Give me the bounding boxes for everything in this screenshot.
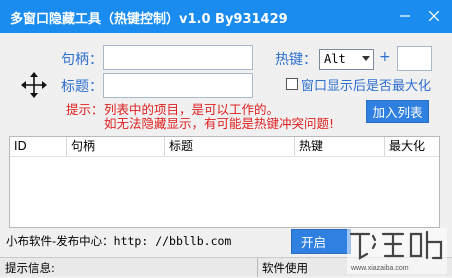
handle-input[interactable]	[103, 45, 253, 70]
plus-sign: +	[379, 49, 391, 65]
window-title: 多窗口隐藏工具（热键控制）v1.0 By931429	[10, 12, 288, 27]
maximize-checkbox[interactable]	[286, 78, 298, 90]
start-button[interactable]: 开启	[291, 229, 351, 254]
title-input[interactable]	[103, 73, 253, 98]
column-header-maximize[interactable]: 最大化	[385, 137, 439, 156]
column-header-hotkey[interactable]: 热键	[295, 137, 385, 156]
window-picker-crosshair[interactable]	[21, 72, 47, 98]
chevron-down-icon	[362, 56, 370, 61]
maximize-checkbox-label[interactable]: 窗口显示后是否最大化	[301, 75, 431, 94]
move-crosshair-icon	[21, 72, 47, 98]
svg-text:www.xiazaiba.com: www.xiazaiba.com	[350, 265, 409, 272]
title-bar: 多窗口隐藏工具（热键控制）v1.0 By931429	[0, 0, 452, 33]
minimize-icon	[400, 15, 410, 17]
hotkey-key-input[interactable]	[397, 46, 432, 71]
close-icon	[429, 11, 439, 21]
minimize-button[interactable]	[392, 4, 418, 28]
publisher-link[interactable]: 小布软件-发布中心：http: //bbllb.com	[6, 233, 231, 249]
table-header: ID 句柄 标题 热键 最大化	[10, 137, 439, 157]
watermark-logo: www.xiazaiba.com	[347, 228, 447, 274]
publisher-link-label: 小布软件-发布中心：	[6, 234, 114, 248]
publisher-link-url[interactable]: http: //bbllb.com	[114, 234, 232, 248]
hotkey-modifier-select[interactable]: Alt	[319, 49, 374, 70]
hotkey-label: 热键：	[275, 52, 317, 68]
xiazaiba-logo-icon: www.xiazaiba.com	[347, 228, 447, 274]
add-to-list-button[interactable]: 加入列表	[366, 100, 429, 123]
close-button[interactable]	[421, 4, 447, 28]
column-header-title[interactable]: 标题	[165, 137, 295, 156]
title-label: 标题：	[61, 79, 103, 95]
status-info-label: 提示信息:	[5, 261, 55, 275]
status-divider	[257, 258, 258, 277]
hint-prefix: 提示：	[66, 102, 104, 117]
status-usage-label: 软件使用	[262, 261, 308, 275]
handle-label: 句柄：	[61, 52, 103, 68]
column-header-id[interactable]: ID	[10, 137, 67, 156]
column-header-handle[interactable]: 句柄	[67, 137, 165, 156]
hotkey-modifier-value: Alt	[324, 52, 346, 66]
hotkey-list-table[interactable]: ID 句柄 标题 热键 最大化	[9, 136, 440, 228]
hint-line-2: 如无法隐藏显示，有可能是热键冲突问题!	[104, 116, 335, 131]
